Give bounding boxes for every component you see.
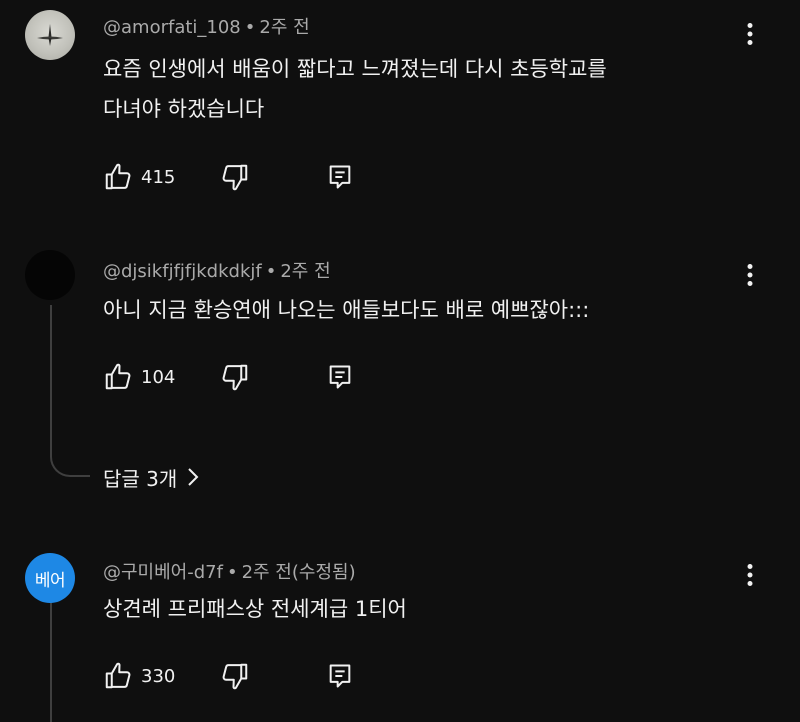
reply-button[interactable] — [326, 362, 354, 392]
reply-button[interactable] — [326, 661, 354, 691]
comment-text-line: 아니 지금 환승연애 나오는 애들보다도 배로 예쁘잖아::: — [103, 298, 590, 322]
avatar-label: 베어 — [34, 570, 66, 591]
separator-dot: • — [226, 562, 238, 583]
reply-comment-icon — [329, 165, 351, 189]
thumbs-down-icon — [222, 164, 248, 191]
avatar[interactable] — [25, 10, 75, 60]
separator-dot: • — [265, 261, 277, 282]
reply-button[interactable] — [326, 162, 354, 192]
comment-actions: 104 — [103, 362, 403, 392]
thumbs-down-icon — [222, 364, 248, 391]
comment-text-line: 상견례 프리패스상 전세계급 1티어 — [103, 597, 407, 621]
comment-text: 아니 지금 환승연애 나오는 애들보다도 배로 예쁘잖아::: — [103, 290, 723, 330]
thread-line — [50, 602, 52, 722]
comment-time[interactable]: 2주 전 — [259, 17, 309, 38]
more-options-button[interactable] — [738, 561, 762, 589]
chevron-right-icon — [187, 467, 199, 487]
thumbs-up-icon — [105, 363, 131, 390]
more-options-button[interactable] — [738, 261, 762, 289]
comment-text: 상견례 프리패스상 전세계급 1티어 — [103, 589, 723, 629]
view-replies-button[interactable]: 답글 3개 — [103, 462, 199, 492]
like-count: 330 — [141, 665, 176, 687]
thumbs-up-icon — [105, 662, 131, 689]
more-options-button[interactable] — [738, 20, 762, 48]
thumbs-down-icon — [222, 663, 248, 690]
comment-actions: 415 — [103, 162, 403, 192]
avatar-image — [37, 24, 63, 46]
thread-line — [50, 305, 52, 457]
comment-meta: @amorfati_108 • 2주 전 — [103, 13, 310, 39]
dislike-button[interactable] — [220, 162, 250, 192]
more-vert-icon — [747, 564, 753, 586]
more-vert-icon — [747, 264, 753, 286]
avatar[interactable] — [25, 250, 75, 300]
separator-dot: • — [244, 17, 256, 38]
comment-text-line: 다녀야 하겠습니다 — [103, 97, 265, 121]
comment-meta: @구미베어-d7f • 2주 전(수정됨) — [103, 558, 356, 584]
thumbs-up-icon — [105, 163, 131, 190]
comment-text-line: 요즘 인생에서 배움이 짧다고 느껴졌는데 다시 초등학교를 — [103, 57, 607, 81]
like-button[interactable]: 415 — [103, 162, 175, 192]
dislike-button[interactable] — [220, 661, 250, 691]
comment-actions: 330 — [103, 661, 403, 691]
like-count: 104 — [141, 366, 176, 388]
thread-connector — [50, 455, 90, 477]
reply-comment-icon — [329, 365, 351, 389]
avatar[interactable]: 베어 — [25, 553, 75, 603]
comment-text: 요즘 인생에서 배움이 짧다고 느껴졌는데 다시 초등학교를 다녀야 하겠습니다 — [103, 49, 723, 129]
like-button[interactable]: 104 — [103, 362, 175, 392]
replies-label: 답글 3개 — [103, 466, 178, 491]
dislike-button[interactable] — [220, 362, 250, 392]
like-button[interactable]: 330 — [103, 661, 175, 691]
comment-meta: @djsikfjfjfjkdkdkjf • 2주 전 — [103, 257, 331, 283]
comment-time[interactable]: 2주 전 — [280, 261, 330, 282]
comment-time[interactable]: 2주 전(수정됨) — [242, 562, 356, 583]
more-vert-icon — [747, 23, 753, 45]
author-name[interactable]: @amorfati_108 — [103, 17, 241, 38]
author-name[interactable]: @구미베어-d7f — [103, 562, 223, 583]
reply-comment-icon — [329, 664, 351, 688]
like-count: 415 — [141, 166, 176, 188]
author-name[interactable]: @djsikfjfjfjkdkdkjf — [103, 261, 262, 282]
